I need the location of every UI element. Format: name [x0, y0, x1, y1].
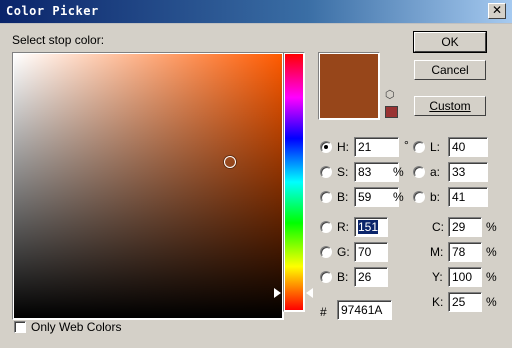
label-m: M:: [430, 245, 444, 259]
label-g: G:: [337, 245, 350, 259]
input-b-rgb[interactable]: 26: [354, 267, 388, 287]
unit-c: %: [486, 220, 497, 234]
input-b-lab[interactable]: 41: [448, 187, 488, 207]
unit-k: %: [486, 295, 497, 309]
input-a[interactable]: 33: [448, 162, 488, 182]
label-b-rgb: B:: [337, 270, 349, 284]
radio-s[interactable]: [320, 166, 332, 178]
radio-r[interactable]: [320, 221, 332, 233]
current-color-swatch: [320, 54, 378, 118]
color-picker-cursor[interactable]: [224, 156, 236, 168]
hue-slider-handle-right[interactable]: [306, 288, 313, 298]
web-safe-color-swatch[interactable]: [385, 106, 398, 118]
input-h[interactable]: 21: [354, 137, 399, 157]
label-b-lab: b:: [430, 190, 441, 204]
label-r: R:: [337, 220, 349, 234]
label-h: H:: [337, 140, 349, 154]
only-web-colors-label: Only Web Colors: [31, 320, 122, 334]
window-title: Color Picker: [6, 4, 99, 18]
custom-button[interactable]: Custom: [414, 96, 486, 116]
unit-b-hsb: %: [393, 190, 404, 204]
label-l: L:: [430, 140, 441, 154]
label-hex: #: [320, 305, 327, 319]
label-k: K:: [432, 295, 444, 309]
input-c[interactable]: 29: [448, 217, 482, 237]
input-g[interactable]: 70: [354, 242, 388, 262]
input-hex[interactable]: 97461A: [337, 300, 392, 320]
input-r-value: 151: [358, 220, 379, 234]
unit-h: °: [404, 138, 409, 152]
title-bar: Color Picker ✕: [0, 0, 512, 24]
hue-slider-handle-left[interactable]: [274, 288, 281, 298]
input-l[interactable]: 40: [448, 137, 488, 157]
radio-l[interactable]: [413, 141, 425, 153]
close-icon: ✕: [491, 3, 503, 17]
cube-icon[interactable]: ⬡: [385, 89, 397, 101]
input-k[interactable]: 25: [448, 292, 482, 312]
unit-y: %: [486, 270, 497, 284]
ok-button[interactable]: OK: [413, 31, 487, 53]
hue-slider[interactable]: [285, 54, 303, 310]
label-s: S:: [337, 165, 349, 179]
input-m[interactable]: 78: [448, 242, 482, 262]
label-c: C:: [432, 220, 444, 234]
unit-s: %: [393, 165, 404, 179]
radio-b-hsb[interactable]: [320, 191, 332, 203]
cancel-button[interactable]: Cancel: [414, 60, 486, 80]
color-preview-frame: [318, 52, 380, 120]
radio-a[interactable]: [413, 166, 425, 178]
radio-h[interactable]: [320, 141, 332, 153]
custom-button-label: Custom: [429, 99, 471, 113]
color-field[interactable]: [14, 54, 282, 318]
select-stop-color-label: Select stop color:: [12, 33, 105, 47]
label-a: a:: [430, 165, 441, 179]
label-y: Y:: [432, 270, 443, 284]
color-field-frame: [12, 52, 284, 320]
radio-b-lab[interactable]: [413, 191, 425, 203]
only-web-colors-checkbox[interactable]: [14, 321, 26, 333]
input-r[interactable]: 151: [354, 217, 388, 237]
close-button[interactable]: ✕: [488, 3, 506, 19]
radio-g[interactable]: [320, 246, 332, 258]
label-b-hsb: B:: [337, 190, 349, 204]
radio-b-rgb[interactable]: [320, 271, 332, 283]
unit-m: %: [486, 245, 497, 259]
input-y[interactable]: 100: [448, 267, 482, 287]
hue-slider-frame: [283, 52, 305, 312]
